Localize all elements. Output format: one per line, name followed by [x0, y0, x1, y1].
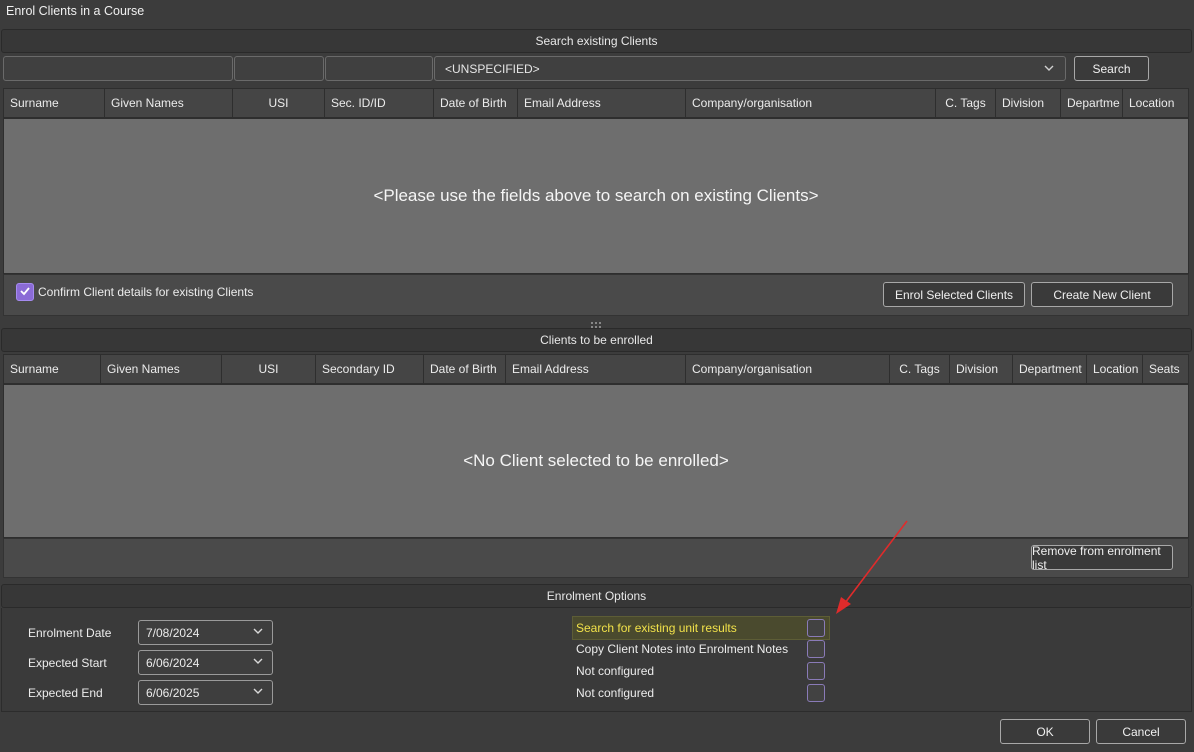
expected-end-label: Expected End	[28, 686, 103, 700]
enrolment-options-header: Enrolment Options	[1, 584, 1192, 608]
enrolled-empty-message: <No Client selected to be enrolled>	[463, 451, 729, 470]
column-header[interactable]: Date of Birth	[434, 89, 518, 117]
enrol-selected-clients-button[interactable]: Enrol Selected Clients	[883, 282, 1025, 307]
confirm-client-details-label: Confirm Client details for existing Clie…	[38, 285, 254, 299]
confirm-client-details-checkbox[interactable]	[16, 283, 34, 301]
copy-client-notes-checkbox[interactable]	[807, 640, 825, 658]
chevron-down-icon	[252, 655, 264, 670]
column-header[interactable]: Department	[1013, 355, 1087, 383]
search-section-header: Search existing Clients	[1, 29, 1192, 53]
column-header[interactable]: Given Names	[101, 355, 222, 383]
expected-start-picker[interactable]: 6/06/2024	[138, 650, 273, 675]
column-header[interactable]: Secondary ID	[316, 355, 424, 383]
column-header[interactable]: USI	[222, 355, 316, 383]
enrolment-date-value: 7/08/2024	[146, 625, 200, 640]
column-header[interactable]: C. Tags	[890, 355, 950, 383]
enrolment-date-label: Enrolment Date	[28, 626, 112, 640]
chevron-down-icon	[252, 625, 264, 640]
chevron-down-icon	[252, 685, 264, 700]
chevron-down-icon	[1043, 62, 1055, 77]
column-header[interactable]: Departme	[1061, 89, 1123, 117]
column-header[interactable]: Company/organisation	[686, 355, 890, 383]
search-unit-results-label: Search for existing unit results	[576, 621, 737, 635]
secondary-id-search-input[interactable]	[325, 56, 433, 81]
expected-start-label: Expected Start	[28, 656, 107, 670]
search-results-grid[interactable]: <Please use the fields above to search o…	[3, 118, 1189, 274]
filter-dropdown[interactable]: <UNSPECIFIED>	[434, 56, 1066, 81]
column-header[interactable]: Email Address	[506, 355, 686, 383]
search-grid-header: Surname Given Names USI Sec. ID/ID Date …	[3, 88, 1189, 118]
search-button[interactable]: Search	[1074, 56, 1149, 81]
column-header[interactable]: Division	[950, 355, 1013, 383]
create-new-client-button[interactable]: Create New Client	[1031, 282, 1173, 307]
column-header[interactable]: Location	[1123, 89, 1188, 117]
filter-dropdown-value: <UNSPECIFIED>	[445, 61, 540, 76]
column-header[interactable]: Company/organisation	[686, 89, 936, 117]
column-header[interactable]: USI	[233, 89, 325, 117]
column-header[interactable]: C. Tags	[936, 89, 996, 117]
column-header[interactable]: Sec. ID/ID	[325, 89, 434, 117]
enrolled-clients-grid[interactable]: <No Client selected to be enrolled>	[3, 384, 1189, 538]
enrolled-section-header: Clients to be enrolled	[1, 328, 1192, 352]
column-header[interactable]: Location	[1087, 355, 1143, 383]
enrolment-date-picker[interactable]: 7/08/2024	[138, 620, 273, 645]
expected-end-picker[interactable]: 6/06/2025	[138, 680, 273, 705]
window-title: Enrol Clients in a Course	[6, 4, 145, 18]
column-header[interactable]: Given Names	[105, 89, 233, 117]
column-header[interactable]: Surname	[4, 355, 101, 383]
expected-start-value: 6/06/2024	[146, 655, 200, 670]
column-header[interactable]: Seats	[1143, 355, 1190, 383]
search-empty-message: <Please use the fields above to search o…	[373, 186, 819, 205]
check-icon	[19, 285, 31, 300]
not-configured-checkbox-2[interactable]	[807, 684, 825, 702]
surname-search-input[interactable]	[3, 56, 233, 81]
column-header[interactable]: Surname	[4, 89, 105, 117]
enrolled-grid-header: Surname Given Names USI Secondary ID Dat…	[3, 354, 1189, 384]
expected-end-value: 6/06/2025	[146, 685, 200, 700]
usi-search-input[interactable]	[234, 56, 324, 81]
not-configured-checkbox-1[interactable]	[807, 662, 825, 680]
copy-client-notes-label: Copy Client Notes into Enrolment Notes	[576, 642, 789, 656]
remove-from-enrolment-list-button[interactable]: Remove from enrolment list	[1031, 544, 1173, 572]
splitter-handle-icon[interactable]	[589, 318, 603, 328]
column-header[interactable]: Division	[996, 89, 1061, 117]
not-configured-label-1: Not configured	[576, 664, 655, 678]
search-unit-results-checkbox[interactable]	[807, 619, 825, 637]
column-header[interactable]: Date of Birth	[424, 355, 506, 383]
enrolled-actions-bar	[3, 538, 1189, 578]
cancel-button[interactable]: Cancel	[1096, 719, 1186, 744]
column-header[interactable]: Email Address	[518, 89, 686, 117]
not-configured-label-2: Not configured	[576, 686, 655, 700]
ok-button[interactable]: OK	[1000, 719, 1090, 744]
